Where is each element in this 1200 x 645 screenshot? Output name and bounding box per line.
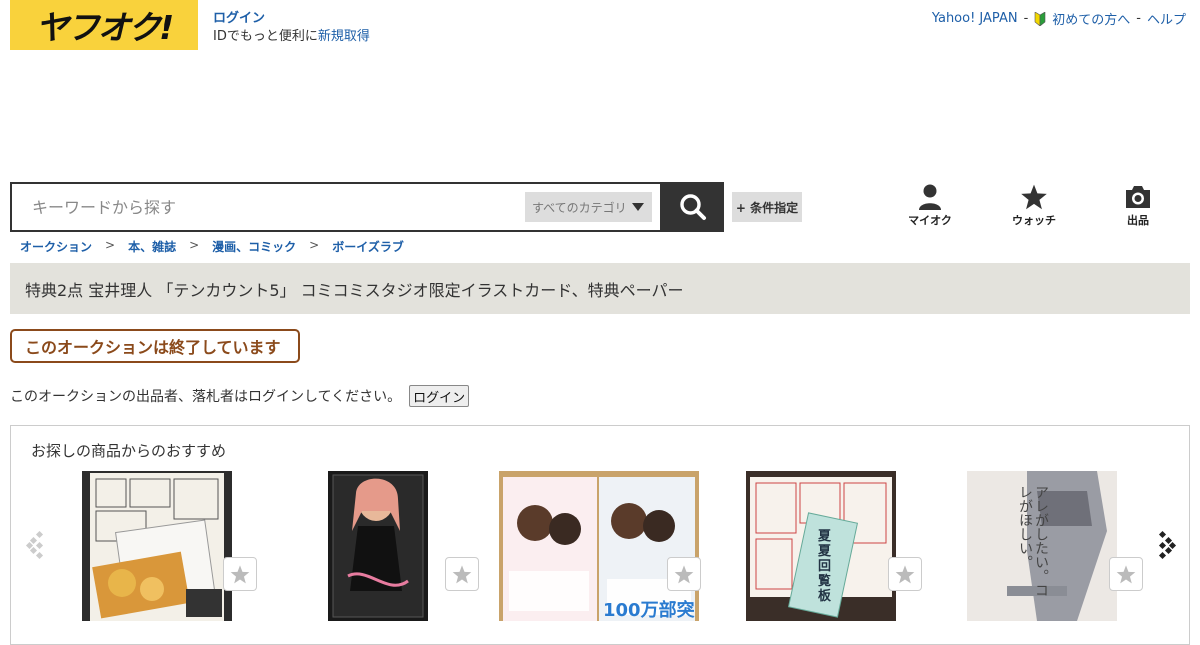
- search-box: すべてのカテゴリ: [10, 182, 662, 232]
- item-title-bar: 特典2点 宝井理人 「テンカウント5」 コミコミスタジオ限定イラストカード、特典…: [10, 263, 1190, 314]
- nav-myauction[interactable]: マイオク: [900, 184, 960, 228]
- yahoo-japan-link[interactable]: Yahoo! JAPAN: [932, 11, 1018, 26]
- auction-ended-badge: このオークションは終了しています: [10, 329, 300, 363]
- login-prompt: このオークションの出品者、落札者はログインしてください。 ログイン: [10, 385, 470, 407]
- breadcrumb-bl[interactable]: ボーイズラブ: [332, 238, 404, 255]
- star-icon: [895, 564, 915, 583]
- star-icon: [1116, 564, 1136, 583]
- recommend-item-4-watch-button[interactable]: [888, 557, 922, 591]
- separator: -: [1023, 11, 1029, 26]
- nav-sell[interactable]: 出品: [1108, 184, 1168, 228]
- search-button[interactable]: [662, 182, 724, 232]
- help-link[interactable]: ヘルプ: [1147, 9, 1186, 28]
- recommend-panel: お探しの商品からのおすすめ 100万部突 夏夏回覧板 アレがしたい。コレがほしい…: [10, 425, 1190, 645]
- recommend-item-3-image[interactable]: 100万部突破: [499, 471, 699, 621]
- category-select[interactable]: すべてのカテゴリ: [525, 192, 652, 222]
- item-title: 特典2点 宝井理人 「テンカウント5」 コミコミスタジオ限定イラストカード、特典…: [25, 280, 684, 300]
- recommend-title: お探しの商品からのおすすめ: [31, 442, 227, 460]
- login-sub-text: IDでもっと便利に: [213, 29, 318, 44]
- separator: -: [1136, 11, 1141, 26]
- carousel-prev-icon[interactable]: [25, 530, 47, 560]
- condition-button[interactable]: + 条件指定: [732, 192, 802, 222]
- nav-sell-label: 出品: [1127, 214, 1149, 227]
- breadcrumb-separator: >: [189, 238, 200, 252]
- recommend-item-3-watch-button[interactable]: [667, 557, 701, 591]
- nav-myauction-label: マイオク: [908, 214, 952, 227]
- breadcrumb-manga[interactable]: 漫画、コミック: [212, 238, 296, 255]
- star-icon: [1021, 184, 1047, 210]
- breadcrumb-separator: >: [105, 238, 116, 252]
- recommend-item-1-image[interactable]: [82, 471, 232, 621]
- recommend-item-5-image[interactable]: アレがしたい。コレがほしい。: [967, 471, 1117, 621]
- top-links: Yahoo! JAPAN - 初めての方へ - ヘルプ: [932, 9, 1186, 28]
- camera-icon: [1126, 186, 1150, 208]
- recommend-item-5-watch-button[interactable]: [1109, 557, 1143, 591]
- nav-watch[interactable]: ウォッチ: [1004, 184, 1064, 228]
- beginners-link[interactable]: 初めての方へ: [1052, 9, 1130, 28]
- recommend-item-1-watch-button[interactable]: [223, 557, 257, 591]
- star-icon: [230, 564, 250, 583]
- volume-banner-text: 100万部突破: [603, 600, 695, 621]
- search-icon: [680, 194, 706, 220]
- manga-cards-photo: [82, 471, 232, 621]
- black-dress-photo: [328, 471, 428, 621]
- login-block: ログイン IDでもっと便利に新規取得: [213, 10, 370, 46]
- carousel-next-icon[interactable]: [1155, 530, 1177, 560]
- login-prompt-text: このオークションの出品者、落札者はログインしてください。: [10, 389, 402, 405]
- register-link[interactable]: 新規取得: [318, 29, 370, 44]
- recommend-item-2-watch-button[interactable]: [445, 557, 479, 591]
- login-link[interactable]: ログイン: [213, 11, 265, 26]
- nav-watch-label: ウォッチ: [1012, 214, 1056, 227]
- breadcrumb-auction[interactable]: オークション: [20, 238, 92, 255]
- cover-tagline-text: アレがしたい。コレがほしい。: [1017, 485, 1049, 597]
- recommend-item-2-image[interactable]: [328, 471, 428, 621]
- beginner-mark-icon: [1034, 11, 1046, 26]
- paper-title-text: 夏夏回覧板: [818, 529, 832, 604]
- yahuoku-logo[interactable]: ヤフオク!: [10, 0, 198, 50]
- person-icon: [919, 184, 941, 210]
- star-icon: [674, 564, 694, 583]
- category-select-label: すべてのカテゴリ: [532, 200, 627, 215]
- breadcrumb: オークション > 本、雑誌 > 漫画、コミック > ボーイズラブ: [20, 238, 404, 255]
- login-button[interactable]: ログイン: [409, 385, 470, 407]
- star-icon: [452, 564, 472, 583]
- auction-ended-text: このオークションは終了しています: [25, 338, 281, 357]
- chevron-down-icon: [632, 203, 644, 211]
- recommend-item-4-image[interactable]: 夏夏回覧板: [746, 471, 896, 621]
- search-input[interactable]: [12, 184, 532, 230]
- breadcrumb-books[interactable]: 本、雑誌: [128, 238, 176, 255]
- breadcrumb-separator: >: [309, 238, 320, 252]
